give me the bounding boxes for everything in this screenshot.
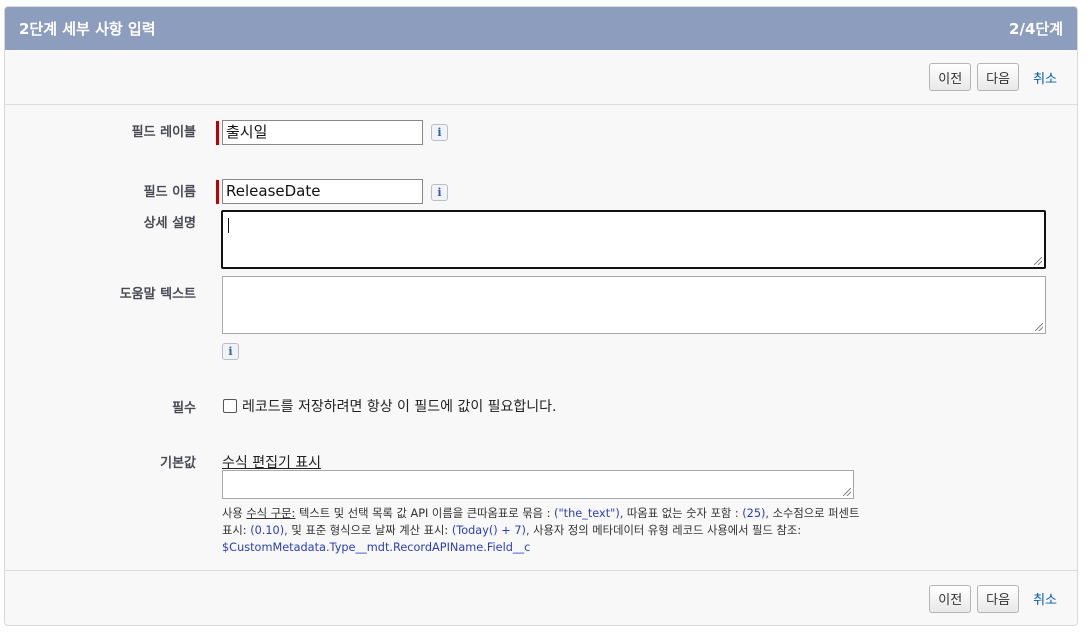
text-caret	[228, 218, 229, 233]
bottom-button-bar: 이전 다음 취소	[5, 570, 1077, 625]
field-label-label: 필드 레이블	[131, 125, 196, 140]
hint-example: (25),	[742, 507, 770, 520]
formula-syntax-hint: 사용 수식 구문: 텍스트 및 선택 목록 값 API 이름을 큰따옴표로 묶음…	[222, 505, 862, 556]
hint-text: 텍스트 및 선택 목록 값 API 이름을 큰따옴표로 묶음 :	[295, 507, 555, 520]
field-name-input[interactable]: ReleaseDate	[222, 179, 423, 204]
resize-handle-icon[interactable]	[1035, 323, 1043, 331]
hint-text: 따옴표 없는 숫자 포함 :	[623, 507, 743, 520]
step-indicator: 2/4단계	[1009, 20, 1063, 38]
hint-example: $CustomMetadata.Type__mdt.RecordAPIName.…	[222, 541, 531, 554]
required-checkbox-text: 레코드를 저장하려면 항상 이 필드에 값이 필요합니다.	[242, 399, 557, 415]
next-button[interactable]: 다음	[977, 63, 1020, 91]
required-indicator	[216, 180, 219, 204]
default-value-textarea[interactable]	[222, 470, 854, 499]
resize-handle-icon[interactable]	[1034, 257, 1042, 265]
resize-handle-icon[interactable]	[843, 488, 851, 496]
info-icon[interactable]: i	[222, 343, 239, 360]
hint-text: 및 표준 형식으로 날짜 계산 표시:	[287, 524, 452, 537]
required-checkbox[interactable]	[223, 399, 237, 413]
hint-example: ("the_text"),	[554, 507, 624, 520]
formula-editor-link[interactable]: 수식 편집기 표시	[222, 452, 321, 472]
help-text-label: 도움말 텍스트	[119, 287, 196, 302]
cancel-link[interactable]: 취소	[1033, 589, 1057, 608]
cancel-link[interactable]: 취소	[1033, 68, 1057, 87]
info-icon[interactable]: i	[431, 184, 448, 201]
previous-button[interactable]: 이전	[929, 63, 972, 91]
step-panel: 2단계 세부 사항 입력 2/4단계 이전 다음 취소 필드 레이블 출시일 i…	[4, 6, 1078, 626]
field-name-label: 필드 이름	[143, 185, 196, 200]
previous-button[interactable]: 이전	[929, 584, 972, 613]
field-label-input[interactable]: 출시일	[222, 120, 423, 145]
details-form: 필드 레이블 출시일 i 필드 이름 ReleaseDate i 상세 설명 도…	[5, 106, 1077, 570]
description-textarea[interactable]	[221, 210, 1046, 269]
next-button[interactable]: 다음	[977, 584, 1020, 613]
hint-text: 사용	[222, 507, 247, 520]
info-icon[interactable]: i	[431, 124, 448, 141]
formula-syntax-link[interactable]: 수식 구문:	[246, 507, 295, 520]
required-label: 필수	[172, 401, 196, 416]
hint-example: (0.10),	[250, 524, 288, 537]
hint-text: 사용자 정의 메타데이터 유형 레코드 사용에서 필드 참조:	[529, 524, 802, 537]
top-button-bar: 이전 다음 취소	[5, 50, 1077, 105]
help-text-textarea[interactable]	[222, 276, 1046, 334]
required-indicator	[216, 121, 219, 145]
description-label: 상세 설명	[143, 216, 196, 231]
panel-header: 2단계 세부 사항 입력 2/4단계	[5, 7, 1077, 50]
default-value-label: 기본값	[160, 456, 196, 471]
page-title: 2단계 세부 사항 입력	[19, 20, 156, 38]
hint-example: (Today() + 7),	[451, 524, 530, 537]
